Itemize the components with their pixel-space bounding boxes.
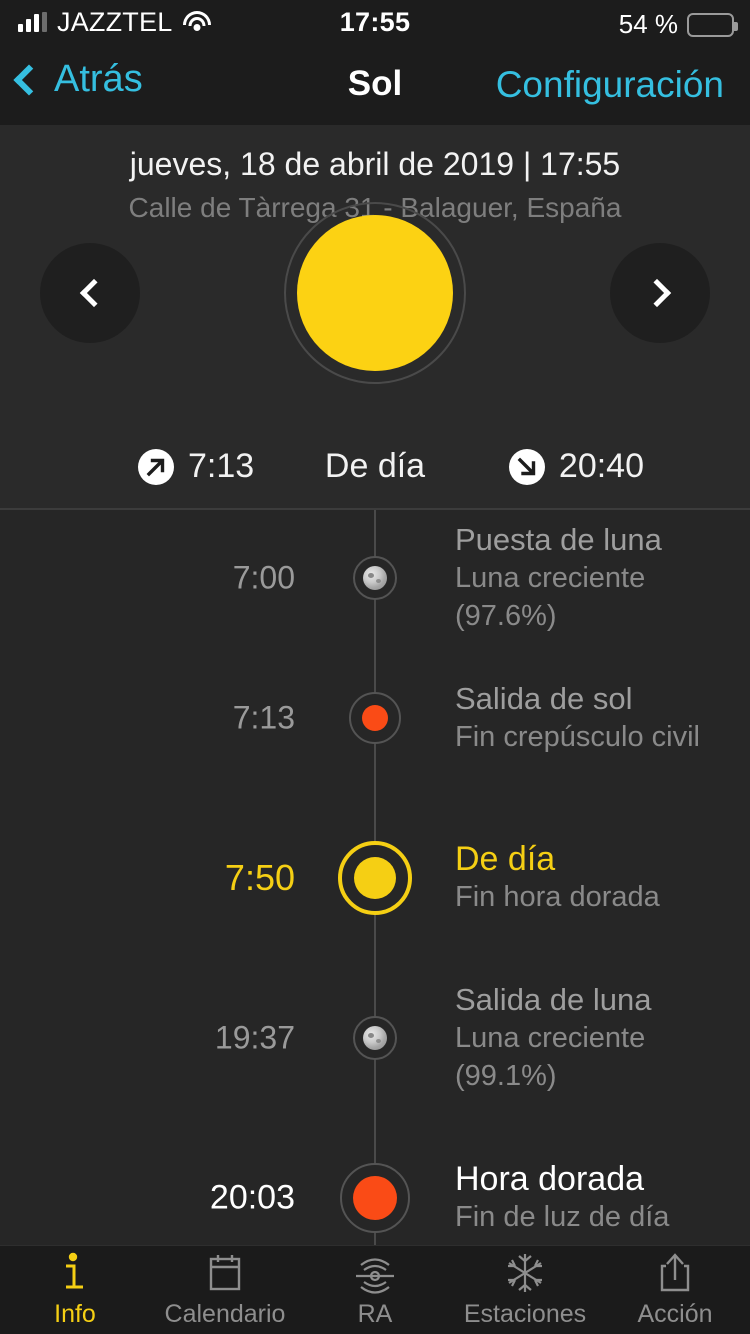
event-text: De día Fin hora dorada	[455, 840, 660, 916]
status-bar: JAZZTEL 17:55 54 %	[0, 0, 750, 44]
event-title: Salida de sol	[455, 681, 633, 716]
sunrise-arrow-icon	[138, 448, 174, 485]
battery-percent-label: 54 %	[618, 9, 678, 39]
tab-label: Acción	[637, 1299, 713, 1328]
event-text: Salida de luna Luna creciente (99.1%)	[455, 981, 750, 1095]
share-icon	[657, 1252, 693, 1294]
daylight-marker-icon	[338, 841, 412, 915]
yellow-dot-icon	[354, 857, 396, 899]
tab-label: Estaciones	[463, 1299, 587, 1328]
event-subtitle: Fin crepúsculo civil	[455, 721, 700, 753]
tab-bar: Info Calendario RA Estaciones Acción	[0, 1245, 750, 1334]
sunset-arrow-icon	[508, 448, 545, 485]
event-subtitle: Fin de luz de día	[455, 1201, 670, 1233]
event-text: Puesta de luna Luna creciente (97.6%)	[455, 521, 750, 635]
battery-icon	[687, 12, 738, 37]
app-root: JAZZTEL 17:55 54 % Atrás Sol Configuraci…	[0, 0, 750, 1334]
event-text: Hora dorada Fin de luz de día	[455, 1160, 669, 1236]
moon-icon	[363, 566, 387, 590]
sunset-info: 20:40	[508, 447, 644, 486]
tab-label: Calendario	[164, 1299, 286, 1328]
event-title: Puesta de luna	[455, 522, 662, 557]
moon-icon	[363, 1026, 387, 1050]
tab-label: RA	[357, 1299, 393, 1328]
tab-accion[interactable]: Acción	[600, 1246, 750, 1334]
tab-info[interactable]: Info	[0, 1246, 150, 1334]
sun-graphic-area	[0, 202, 750, 415]
sunrise-marker-icon	[349, 692, 401, 744]
event-title: De día	[455, 840, 556, 878]
tab-calendario[interactable]: Calendario	[150, 1246, 300, 1334]
date-label: jueves, 18 de abril de 2019 | 17:55	[129, 146, 621, 182]
events-timeline[interactable]: 7:00 Puesta de luna Luna creciente (97.6…	[0, 510, 750, 1245]
calendar-icon	[205, 1252, 245, 1294]
event-subtitle: Fin hora dorada	[455, 881, 660, 913]
event-time: 7:50	[224, 857, 295, 898]
orange-dot-icon	[362, 705, 388, 731]
event-title: Salida de luna	[455, 982, 652, 1017]
event-title: Hora dorada	[455, 1160, 645, 1198]
event-subtitle: Luna creciente (97.6%)	[455, 562, 646, 632]
chevron-left-icon	[79, 278, 108, 308]
info-icon	[58, 1252, 92, 1294]
sunrise-sunset-row: 7:13 De día 20:40	[0, 447, 750, 486]
sun-summary-header: jueves, 18 de abril de 2019 | 17:55 Call…	[0, 125, 750, 508]
chevron-right-icon	[642, 278, 671, 308]
golden-hour-marker-icon	[340, 1163, 410, 1233]
settings-button[interactable]: Configuración	[496, 64, 724, 106]
previous-day-button[interactable]	[40, 243, 140, 343]
moonrise-marker-icon	[353, 1016, 397, 1060]
next-day-button[interactable]	[610, 243, 710, 343]
event-subtitle: Luna creciente (99.1%)	[455, 1022, 646, 1092]
navigation-bar: Atrás Sol Configuración	[0, 44, 750, 125]
sun-dial[interactable]	[284, 202, 466, 384]
sun-icon	[297, 215, 453, 371]
event-time: 7:13	[232, 699, 295, 736]
moonset-marker-icon	[353, 556, 397, 600]
augmented-reality-icon	[351, 1252, 399, 1294]
sunrise-time-label: 7:13	[188, 447, 255, 485]
tab-estaciones[interactable]: Estaciones	[450, 1246, 600, 1334]
sunset-time-label: 20:40	[558, 447, 644, 485]
tab-ra[interactable]: RA	[300, 1246, 450, 1334]
snowflake-icon	[503, 1252, 547, 1294]
sunrise-info: 7:13	[138, 447, 254, 486]
status-bar-right: 54 %	[618, 9, 738, 40]
orange-dot-icon	[353, 1176, 397, 1220]
event-time: 20:03	[209, 1178, 295, 1217]
event-time: 19:37	[214, 1019, 295, 1056]
tab-label: Info	[54, 1299, 96, 1328]
event-time: 7:00	[232, 559, 295, 596]
event-text: Salida de sol Fin crepúsculo civil	[455, 680, 700, 756]
day-phase-label: De día	[324, 447, 426, 485]
